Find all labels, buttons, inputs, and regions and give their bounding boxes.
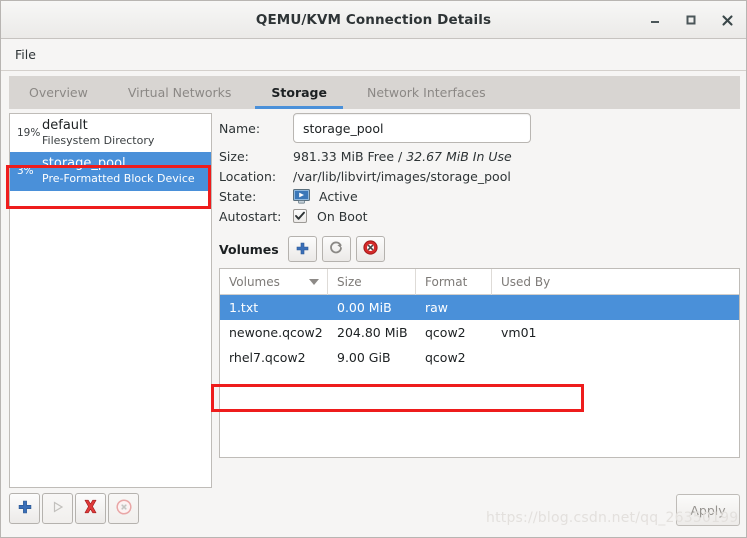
volumes-table-header: Volumes Size Format Used By	[220, 269, 739, 295]
menu-item-file[interactable]: File	[6, 44, 45, 65]
volumes-table[interactable]: Volumes Size Format Used By 1.txt 0.00 M…	[219, 268, 740, 458]
window-controls	[644, 1, 738, 39]
field-state: State: Active	[219, 189, 740, 204]
pool-type: Pre-Formatted Block Device	[42, 172, 195, 186]
delete-circle-icon	[363, 239, 378, 259]
stop-pool-button[interactable]	[108, 493, 139, 524]
pool-name-input[interactable]	[293, 113, 531, 143]
field-size: Size: 981.33 MiB Free / 32.67 MiB In Use	[219, 149, 740, 164]
size-inuse-text: 32.67 MiB In Use	[406, 149, 512, 164]
maximize-icon[interactable]	[680, 9, 702, 31]
pool-name: storage_pool	[42, 156, 126, 172]
volumes-section-title: Volumes	[219, 241, 279, 257]
tab-storage[interactable]: Storage	[251, 76, 347, 109]
table-row[interactable]: 1.txt 0.00 MiB raw	[220, 295, 739, 320]
table-row[interactable]: newone.qcow2 204.80 MiB qcow2 vm01	[220, 320, 739, 345]
volumes-toolbar: Volumes	[219, 236, 740, 262]
cell-used-by: vm01	[501, 325, 537, 340]
autostart-checkbox[interactable]	[293, 209, 307, 223]
title-bar: QEMU/KVM Connection Details	[1, 1, 746, 39]
location-value: /var/lib/libvirt/images/storage_pool	[293, 169, 511, 184]
size-value: 981.33 MiB Free / 32.67 MiB In Use	[293, 149, 512, 164]
column-header-size[interactable]: Size	[328, 269, 416, 295]
autostart-text: On Boot	[316, 209, 368, 224]
cell-used-by	[492, 345, 739, 370]
autostart-value-wrap: On Boot	[293, 209, 368, 224]
new-volume-button[interactable]	[287, 236, 317, 262]
autostart-label: Autostart:	[219, 209, 282, 224]
start-pool-button[interactable]	[42, 493, 73, 524]
monitor-play-icon	[293, 189, 310, 204]
play-icon	[51, 499, 65, 518]
column-header-used-by[interactable]: Used By	[492, 269, 739, 295]
close-icon[interactable]	[716, 9, 738, 31]
pool-list-item-default[interactable]: 19% default Filesystem Directory	[10, 114, 211, 152]
cell-size: 204.80 MiB	[337, 325, 408, 340]
plus-icon	[18, 499, 32, 518]
pool-details-panel: Name: Size: 981.33 MiB Free / 32.67 MiB …	[219, 113, 740, 488]
name-label: Name:	[219, 120, 261, 136]
state-label: State:	[219, 189, 257, 204]
pool-name: default	[42, 118, 88, 133]
cell-size: 9.00 GiB	[337, 350, 391, 365]
size-free-text: 981.33 MiB Free /	[293, 149, 403, 164]
field-location: Location: /var/lib/libvirt/images/storag…	[219, 169, 740, 184]
delete-volume-button[interactable]	[355, 236, 385, 262]
cell-volume: rhel7.qcow2	[229, 350, 306, 365]
refresh-icon	[329, 240, 343, 259]
refresh-volumes-button[interactable]	[321, 236, 351, 262]
tab-overview[interactable]: Overview	[9, 76, 108, 109]
tab-bar: Overview Virtual Networks Storage Networ…	[9, 76, 740, 109]
tab-virtual-networks[interactable]: Virtual Networks	[108, 76, 252, 109]
field-autostart: Autostart: On Boot	[219, 209, 740, 224]
storage-pool-list[interactable]: 19% default Filesystem Directory 3% stor…	[9, 113, 212, 488]
state-value-wrap: Active	[293, 189, 358, 204]
column-header-format[interactable]: Format	[416, 269, 492, 295]
column-header-label: Volumes	[229, 274, 280, 289]
cell-format: qcow2	[425, 350, 466, 365]
watermark-text: https://blog.csdn.net/qq_26350199	[486, 510, 739, 526]
menu-bar: File	[1, 39, 746, 71]
tab-network-interfaces[interactable]: Network Interfaces	[347, 76, 506, 109]
delete-pool-button[interactable]	[75, 493, 106, 524]
cell-format: raw	[425, 300, 449, 315]
pool-usage-percent: 3%	[17, 164, 34, 177]
pool-list-item-storage-pool[interactable]: 3% storage_pool Pre-Formatted Block Devi…	[10, 152, 211, 191]
pool-type: Filesystem Directory	[42, 133, 155, 147]
table-row[interactable]: rhel7.qcow2 9.00 GiB qcow2	[220, 345, 739, 370]
sort-descending-icon	[309, 278, 319, 285]
location-label: Location:	[219, 169, 277, 184]
cell-volume: newone.qcow2	[229, 325, 323, 340]
red-x-icon	[82, 498, 99, 519]
column-header-volumes[interactable]: Volumes	[220, 269, 328, 295]
stop-circle-icon	[115, 498, 132, 519]
window-title: QEMU/KVM Connection Details	[255, 11, 492, 28]
minimize-icon[interactable]	[644, 9, 666, 31]
cell-size: 0.00 MiB	[337, 300, 392, 315]
cell-volume: 1.txt	[229, 300, 259, 315]
pool-usage-percent: 19%	[17, 126, 41, 139]
field-name: Name:	[219, 113, 740, 143]
cell-format: qcow2	[425, 325, 466, 340]
connection-details-window: QEMU/KVM Connection Details File Overvie…	[0, 0, 747, 538]
size-label: Size:	[219, 149, 249, 164]
add-pool-button[interactable]	[9, 493, 40, 524]
state-text: Active	[318, 189, 358, 204]
plus-icon	[296, 240, 309, 259]
cell-used-by	[492, 295, 739, 320]
